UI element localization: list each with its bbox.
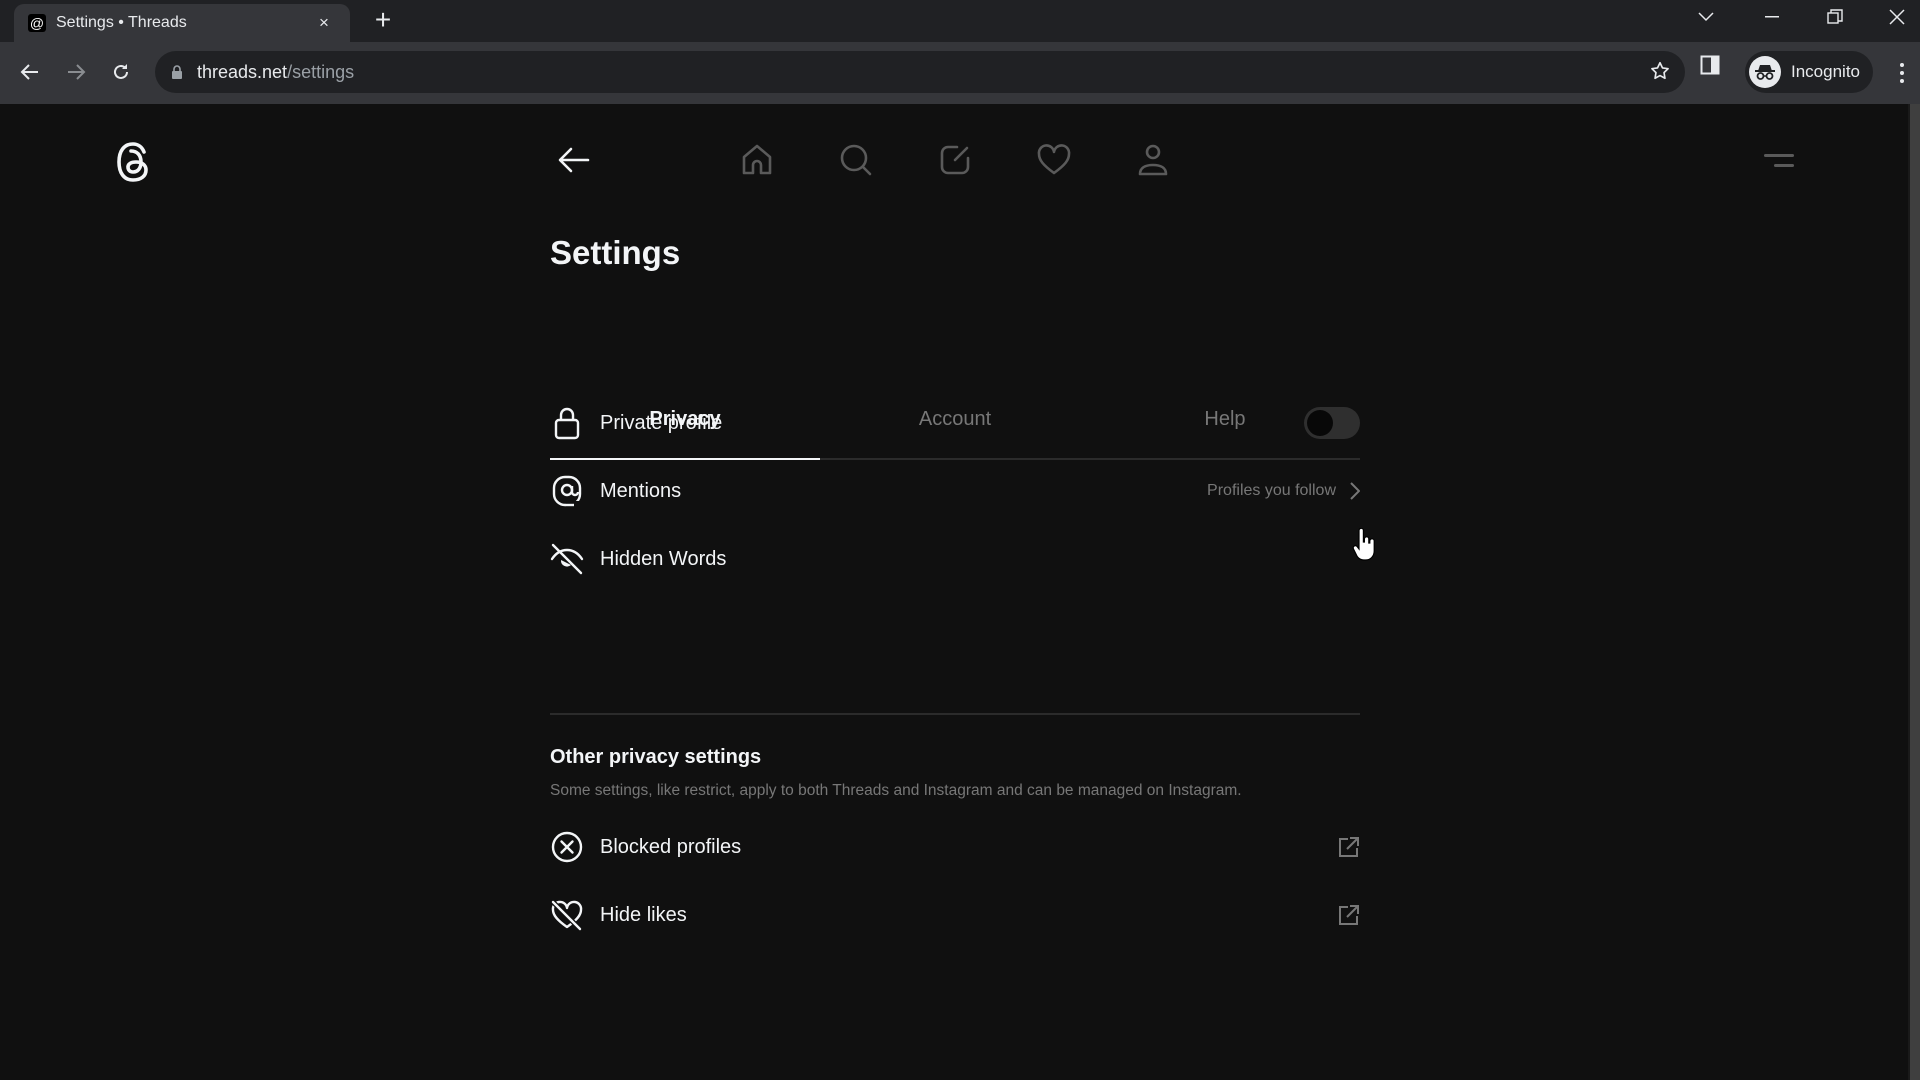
eye-off-icon <box>550 542 584 576</box>
toggle-knob <box>1307 410 1333 436</box>
side-panel-button[interactable] <box>1700 55 1720 75</box>
nav-home-button[interactable] <box>737 140 777 180</box>
browser-back-button[interactable] <box>12 54 48 90</box>
browser-tabstrip: @ Settings • Threads × + <box>0 0 1920 42</box>
private-profile-toggle[interactable] <box>1304 407 1360 439</box>
external-link-icon[interactable] <box>1338 904 1360 926</box>
restore-icon <box>1827 9 1843 24</box>
threads-page: Settings Privacy Account Help Private pr… <box>0 104 1908 1080</box>
row-label: Hidden Words <box>600 547 727 570</box>
browser-toolbar: threads.net/settings Incognito <box>0 42 1920 104</box>
threads-logo-icon[interactable] <box>112 138 156 186</box>
side-panel-icon <box>1700 55 1720 75</box>
dot <box>1900 79 1904 83</box>
browser-menu-button[interactable] <box>1890 56 1914 90</box>
section-divider <box>550 713 1360 715</box>
hidden-words-row[interactable]: Hidden Words <box>550 531 1360 587</box>
chevron-right-icon <box>1350 482 1360 500</box>
minimize-button[interactable] <box>1749 0 1795 34</box>
dot <box>1900 63 1904 67</box>
page-title: Settings <box>550 234 681 271</box>
mentions-row[interactable]: Mentions Profiles you follow <box>550 463 1360 519</box>
reload-button[interactable] <box>103 54 139 90</box>
reload-icon <box>114 64 128 79</box>
heart-off-icon <box>550 898 584 932</box>
url-path: /settings <box>287 61 355 82</box>
bookmark-star-icon[interactable] <box>1649 60 1671 82</box>
close-window-button[interactable] <box>1874 0 1920 34</box>
mentions-value: Profiles you follow <box>1207 482 1360 500</box>
hamburger-menu-button[interactable] <box>1758 148 1794 172</box>
row-label: Blocked profiles <box>600 835 742 858</box>
incognito-label: Incognito <box>1791 62 1860 81</box>
nav-activity-button[interactable] <box>1034 140 1074 180</box>
search-icon <box>840 144 872 176</box>
other-privacy-description: Some settings, like restrict, apply to b… <box>550 782 1242 799</box>
minimize-icon <box>1765 16 1779 18</box>
other-privacy-title: Other privacy settings <box>550 746 762 768</box>
nav-compose-button[interactable] <box>935 140 975 180</box>
blocked-profiles-row[interactable]: Blocked profiles <box>550 819 1360 875</box>
new-tab-button[interactable]: + <box>368 6 398 36</box>
threads-favicon-icon: @ <box>28 14 46 32</box>
row-label: Private profile <box>600 411 723 434</box>
private-profile-row[interactable]: Private profile <box>550 395 1360 451</box>
incognito-icon <box>1749 56 1781 88</box>
nav-profile-button[interactable] <box>1133 140 1173 180</box>
hide-likes-row[interactable]: Hide likes <box>550 887 1360 943</box>
dot <box>1900 71 1904 75</box>
profile-icon <box>1138 144 1168 176</box>
compose-icon <box>940 145 970 175</box>
menu-line <box>1774 164 1794 167</box>
row-label: Mentions <box>600 479 682 502</box>
home-icon <box>742 144 772 175</box>
browser-forward-button[interactable] <box>58 54 94 90</box>
external-link-icon[interactable] <box>1338 836 1360 858</box>
lock-icon <box>550 406 584 440</box>
heart-icon <box>1037 144 1071 175</box>
address-bar[interactable]: threads.net/settings <box>155 51 1685 93</box>
page-scrollbar[interactable] <box>1908 104 1920 1080</box>
restore-button[interactable] <box>1812 0 1858 34</box>
lock-icon <box>171 64 183 80</box>
nav-search-button[interactable] <box>836 140 876 180</box>
circle-x-icon <box>550 830 584 864</box>
tab-title: Settings • Threads <box>56 14 187 31</box>
arrow-right-icon <box>68 64 86 80</box>
browser-tab-active[interactable]: @ Settings • Threads × <box>14 4 350 42</box>
arrow-left-icon <box>20 64 38 80</box>
chevron-down-icon <box>1698 12 1714 22</box>
back-arrow-icon[interactable] <box>556 142 592 178</box>
mentions-value-text: Profiles you follow <box>1207 482 1336 499</box>
at-sign-icon <box>550 474 584 508</box>
close-icon <box>1889 9 1905 25</box>
menu-line <box>1764 154 1794 157</box>
tab-close-button[interactable]: × <box>312 13 336 33</box>
incognito-profile-button[interactable]: Incognito <box>1745 51 1873 93</box>
tab-search-button[interactable] <box>1683 0 1729 34</box>
url-host: threads.net <box>197 61 288 82</box>
row-label: Hide likes <box>600 903 687 926</box>
